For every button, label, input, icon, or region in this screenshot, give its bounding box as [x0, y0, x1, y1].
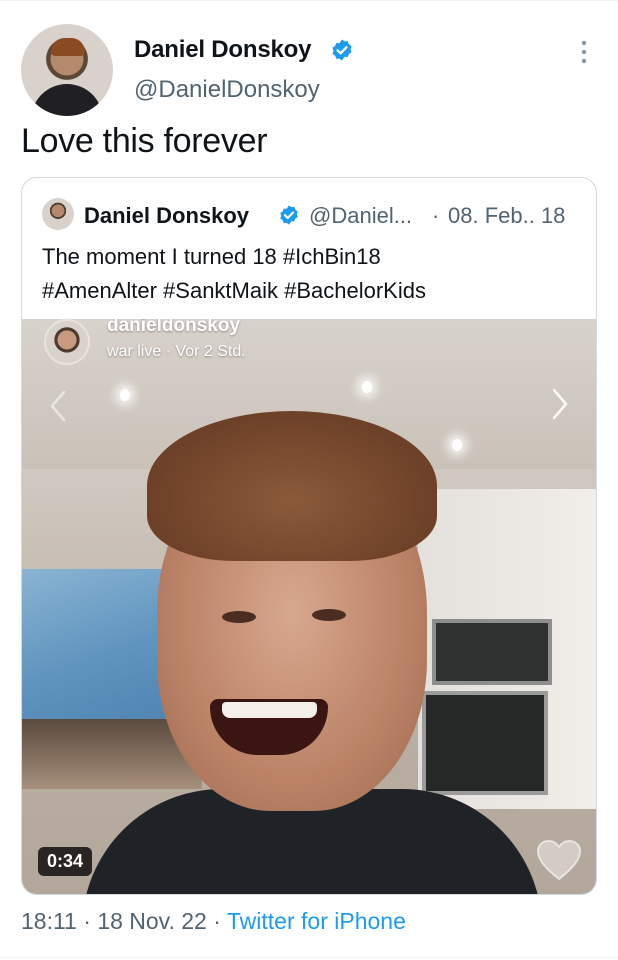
- video-person-eye: [222, 611, 256, 623]
- chevron-right-icon: [552, 388, 568, 420]
- video-oven-top: [432, 619, 552, 685]
- verified-badge-icon: [332, 39, 352, 61]
- quoted-date[interactable]: 08. Feb.. 18: [448, 203, 565, 229]
- author-handle[interactable]: @DanielDonskoy: [134, 76, 320, 104]
- avatar-shoulders: [31, 84, 103, 116]
- tweet-time[interactable]: 18:11: [21, 908, 77, 934]
- avatar-hair: [51, 38, 85, 56]
- more-vertical-icon[interactable]: [572, 38, 596, 66]
- quoted-text-line-1: The moment I turned 18 #IchBin18: [42, 244, 381, 269]
- story-overlay-username: danieldonskoy: [107, 319, 241, 336]
- video-person-teeth: [222, 702, 317, 718]
- video-ceiling-light: [362, 381, 372, 393]
- video-duration-badge: 0:34: [38, 847, 93, 876]
- story-overlay-status: war live · Vor 2 Std.: [107, 343, 246, 360]
- top-divider: [0, 0, 618, 1]
- tweet-text: Love this forever: [21, 122, 268, 160]
- quoted-meta-separator: ·: [432, 203, 440, 228]
- meta-separator: ·: [83, 908, 91, 934]
- tweet-meta: 18:11 · 18 Nov. 22 · Twitter for iPhone: [21, 908, 406, 935]
- bottom-divider: [0, 957, 618, 958]
- chevron-left-icon: [50, 390, 66, 422]
- heart-icon: [536, 839, 582, 881]
- tweet-source-link[interactable]: Twitter for iPhone: [227, 908, 406, 934]
- video-person-hair: [147, 411, 437, 561]
- quoted-author-name[interactable]: Daniel Donskoy: [84, 203, 249, 229]
- author-display-name[interactable]: Daniel Donskoy: [134, 36, 311, 64]
- quoted-tweet-text: The moment I turned 18 #IchBin18 #AmenAl…: [42, 240, 582, 308]
- video-ceiling-light: [120, 389, 130, 401]
- meta-separator: ·: [213, 908, 221, 934]
- author-avatar[interactable]: [21, 24, 113, 116]
- video-ceiling-light: [452, 439, 462, 451]
- tweet-date[interactable]: 18 Nov. 22: [97, 908, 207, 934]
- video-player[interactable]: danieldonskoy war live · Vor 2 Std. 0:34: [22, 319, 596, 894]
- quoted-text-line-2: #AmenAlter #SanktMaik #BachelorKids: [42, 278, 426, 303]
- quoted-author-avatar[interactable]: [42, 198, 74, 230]
- quoted-tweet-card[interactable]: Daniel Donskoy @Daniel... · 08. Feb.. 18…: [21, 177, 597, 895]
- video-person-eye: [312, 609, 346, 621]
- quoted-author-handle[interactable]: @Daniel...: [309, 203, 412, 229]
- story-overlay-avatar: [44, 319, 90, 365]
- verified-badge-icon: [280, 205, 298, 225]
- video-oven-bottom: [422, 691, 548, 795]
